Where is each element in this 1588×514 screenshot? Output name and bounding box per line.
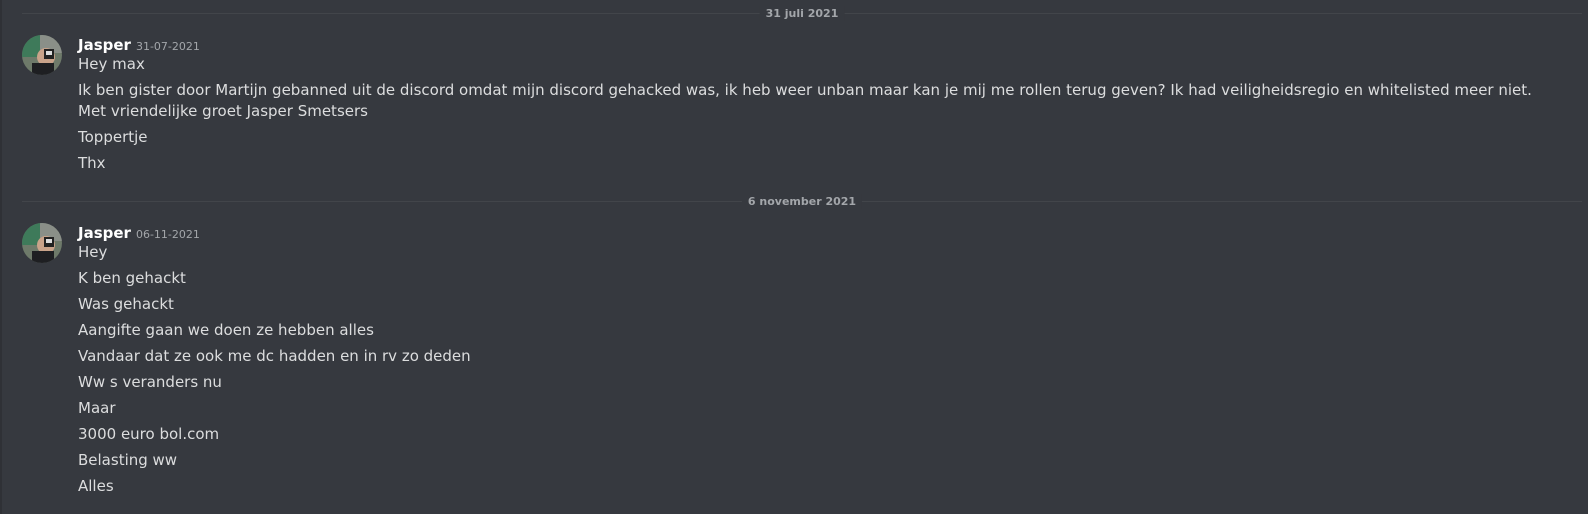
- message-timestamp: 06-11-2021: [135, 228, 200, 241]
- message-text: Thx: [78, 154, 106, 172]
- message-text: Toppertje: [78, 128, 148, 146]
- message-text: Belasting ww: [78, 451, 178, 469]
- message-text: 3000 euro bol.com: [78, 425, 220, 443]
- date-divider-label: 31 juli 2021: [759, 6, 845, 21]
- avatar[interactable]: [22, 223, 62, 263]
- username[interactable]: Jasper: [78, 224, 131, 242]
- date-divider: 31 juli 2021: [22, 6, 1582, 21]
- message-text: Ww s veranders nu: [78, 373, 222, 391]
- message-header: Jasper 31-07-2021: [78, 35, 200, 54]
- message-text: Maar: [78, 399, 116, 417]
- avatar-image-icon: [22, 35, 62, 75]
- chat-messages: 31 juli 2021 Jasper 31-07-2021 Hey max Ik…: [0, 0, 1588, 514]
- message-text: Alles: [78, 477, 114, 495]
- message-text: Vandaar dat ze ook me dc hadden en in rv…: [78, 347, 471, 365]
- avatar-image-icon: [22, 223, 62, 263]
- message-text: Hey: [78, 243, 108, 261]
- message-text: Ik ben gister door Martijn gebanned uit …: [78, 81, 1532, 120]
- message-text: Aangifte gaan we doen ze hebben alles: [78, 321, 374, 339]
- message-text: K ben gehackt: [78, 269, 186, 287]
- username[interactable]: Jasper: [78, 36, 131, 54]
- message-text: Was gehackt: [78, 295, 174, 313]
- message-list: Hey K ben gehackt Was gehackt Aangifte g…: [78, 242, 1548, 502]
- message-timestamp: 31-07-2021: [135, 40, 200, 53]
- date-divider-label: 6 november 2021: [741, 194, 863, 209]
- avatar[interactable]: [22, 35, 62, 75]
- message-list: Hey max Ik ben gister door Martijn geban…: [78, 54, 1548, 179]
- message-text: Hey max: [78, 55, 145, 73]
- message-header: Jasper 06-11-2021: [78, 223, 200, 242]
- date-divider: 6 november 2021: [22, 194, 1582, 209]
